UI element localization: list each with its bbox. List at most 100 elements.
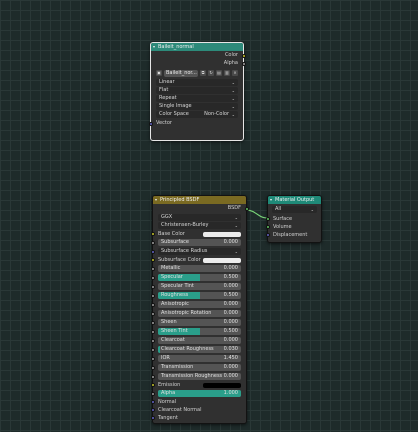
subsurface-radius-socket[interactable]	[150, 250, 155, 254]
distribution-value: GGX	[161, 214, 173, 220]
emission-socket[interactable]	[150, 383, 155, 387]
bsdf-slider[interactable]: Specular 0.500	[158, 274, 241, 281]
bsdf-slider[interactable]: Clearcoat Roughness 0.030	[158, 346, 241, 353]
slider-socket[interactable]	[150, 321, 155, 325]
vector-input-socket[interactable]	[148, 121, 153, 126]
color-space-label: Color Space	[159, 111, 189, 117]
slider-label: Clearcoat	[161, 337, 185, 343]
slider-socket[interactable]	[150, 285, 155, 289]
bsdf-slider[interactable]: Anisotropic 0.000	[158, 301, 241, 308]
fake-user-icon[interactable]: ⧉	[200, 70, 206, 76]
slider-socket[interactable]	[150, 276, 155, 280]
reload-icon[interactable]: ↻	[208, 70, 214, 76]
displacement-input-row: Displacement	[265, 231, 321, 239]
slider-value: 0.500	[223, 292, 238, 298]
material-output-header[interactable]: ▾ Material Output	[268, 196, 321, 204]
source-select[interactable]: Single Image ⌄	[156, 103, 238, 110]
bsdf-slider-row: Transmission 0.000	[150, 364, 246, 372]
bsdf-slider[interactable]: IOR 1.450	[158, 355, 241, 362]
slider-socket[interactable]	[150, 303, 155, 307]
alpha-label: Alpha	[161, 390, 176, 396]
bsdf-slider-row: Clearcoat Roughness 0.030	[150, 346, 246, 354]
subsurface-slider[interactable]: Subsurface 0.000	[158, 239, 241, 246]
image-name-field[interactable]: Baileit_nor...	[164, 69, 198, 77]
slider-socket[interactable]	[150, 348, 155, 352]
collapse-icon[interactable]: ▾	[153, 43, 155, 51]
subsurface-radius-select[interactable]: Subsurface Radius ⌄	[158, 248, 241, 255]
slider-value: 0.500	[223, 328, 238, 334]
slider-socket[interactable]	[150, 267, 155, 271]
bsdf-slider[interactable]: Transmission 0.000	[158, 364, 241, 371]
slider-socket[interactable]	[150, 312, 155, 316]
alpha-socket[interactable]	[150, 392, 155, 396]
principled-bsdf-node[interactable]: ▾ Principled BSDF BSDF GGX ⌄ Christensen…	[150, 195, 249, 424]
target-select[interactable]: All ⌄	[272, 206, 317, 213]
slider-label: Transmission	[161, 364, 194, 370]
color-output-socket[interactable]	[241, 53, 246, 58]
normal-socket[interactable]	[150, 400, 155, 404]
emission-row[interactable]: Emission	[150, 381, 246, 389]
subsurface-socket[interactable]	[150, 241, 155, 245]
bsdf-slider[interactable]: Sheen 0.000	[158, 319, 241, 326]
surface-input-socket[interactable]	[265, 217, 270, 221]
alpha-slider[interactable]: Alpha 1.000	[158, 390, 241, 397]
slider-label: Roughness	[161, 292, 189, 298]
bsdf-slider[interactable]: Sheen Tint 0.500	[158, 328, 241, 335]
principled-bsdf-header[interactable]: ▾ Principled BSDF	[153, 196, 246, 204]
bsdf-slider-row: Specular 0.500	[150, 274, 246, 282]
displacement-input-socket[interactable]	[265, 233, 270, 237]
close-icon[interactable]: ×	[232, 70, 238, 76]
distribution-select[interactable]: GGX ⌄	[158, 214, 241, 221]
slider-socket[interactable]	[150, 339, 155, 343]
bsdf-slider[interactable]: Specular Tint 0.000	[158, 283, 241, 290]
bsdf-slider-row: Sheen Tint 0.500	[150, 328, 246, 336]
base-color-row[interactable]: Base Color	[150, 230, 246, 238]
material-output-node[interactable]: ▾ Material Output All ⌄ Surface Volume D…	[265, 195, 322, 243]
volume-input-socket[interactable]	[265, 225, 270, 229]
bsdf-slider[interactable]: Anisotropic Rotation 0.000	[158, 310, 241, 317]
bsdf-output-row: BSDF	[153, 204, 249, 213]
bsdf-slider[interactable]: Clearcoat 0.000	[158, 337, 241, 344]
tangent-socket[interactable]	[150, 416, 155, 420]
base-color-swatch[interactable]	[203, 231, 241, 237]
slider-socket[interactable]	[150, 375, 155, 379]
slider-value: 0.000	[223, 283, 238, 289]
collapse-icon[interactable]: ▾	[155, 196, 157, 204]
interpolation-select[interactable]: Linear ⌄	[156, 79, 238, 86]
color-space-value: Non-Color	[204, 111, 229, 117]
vector-input-label: Vector	[156, 120, 172, 126]
subsurface-color-socket[interactable]	[150, 258, 155, 262]
slider-socket[interactable]	[150, 357, 155, 361]
bsdf-slider[interactable]: Transmission Roughness 0.000	[158, 373, 241, 380]
subsurface-method-select[interactable]: Christensen-Burley ⌄	[158, 222, 241, 229]
principled-bsdf-title: Principled BSDF	[160, 197, 200, 203]
subsurface-color-row[interactable]: Subsurface Color	[150, 256, 246, 264]
projection-select[interactable]: Flat ⌄	[156, 87, 238, 94]
subsurface-color-swatch[interactable]	[203, 257, 241, 263]
slider-socket[interactable]	[150, 330, 155, 334]
subsurface-label: Subsurface	[161, 239, 189, 245]
bsdf-output-socket[interactable]	[244, 206, 249, 211]
image-texture-node[interactable]: ▾ Baileit_normal Color Alpha ▣ Baileit_n…	[148, 42, 246, 141]
collapse-icon[interactable]: ▾	[270, 196, 272, 204]
slider-value: 1.450	[223, 355, 238, 361]
alpha-output-socket[interactable]	[241, 61, 246, 66]
color-space-select[interactable]: Color Space Non-Color ⌄	[156, 111, 238, 118]
normal-row: Normal	[150, 398, 246, 406]
bsdf-slider[interactable]: Metallic 0.000	[158, 265, 241, 272]
clearcoat-normal-socket[interactable]	[150, 408, 155, 412]
slider-socket[interactable]	[150, 294, 155, 298]
slider-label: IOR	[161, 355, 170, 361]
pack-icon[interactable]: ▤	[216, 70, 222, 76]
open-folder-icon[interactable]: ▥	[224, 70, 230, 76]
bsdf-slider[interactable]: Roughness 0.500	[158, 292, 241, 299]
source-value: Single Image	[159, 103, 192, 109]
tangent-row: Tangent	[150, 414, 246, 422]
emission-swatch[interactable]	[203, 382, 241, 388]
extension-select[interactable]: Repeat ⌄	[156, 95, 238, 102]
subsurface-value: 0.000	[223, 239, 238, 245]
image-texture-header[interactable]: ▾ Baileit_normal	[151, 43, 243, 51]
base-color-socket[interactable]	[150, 232, 155, 236]
slider-socket[interactable]	[150, 366, 155, 370]
image-browse-icon[interactable]: ▣	[156, 70, 162, 76]
